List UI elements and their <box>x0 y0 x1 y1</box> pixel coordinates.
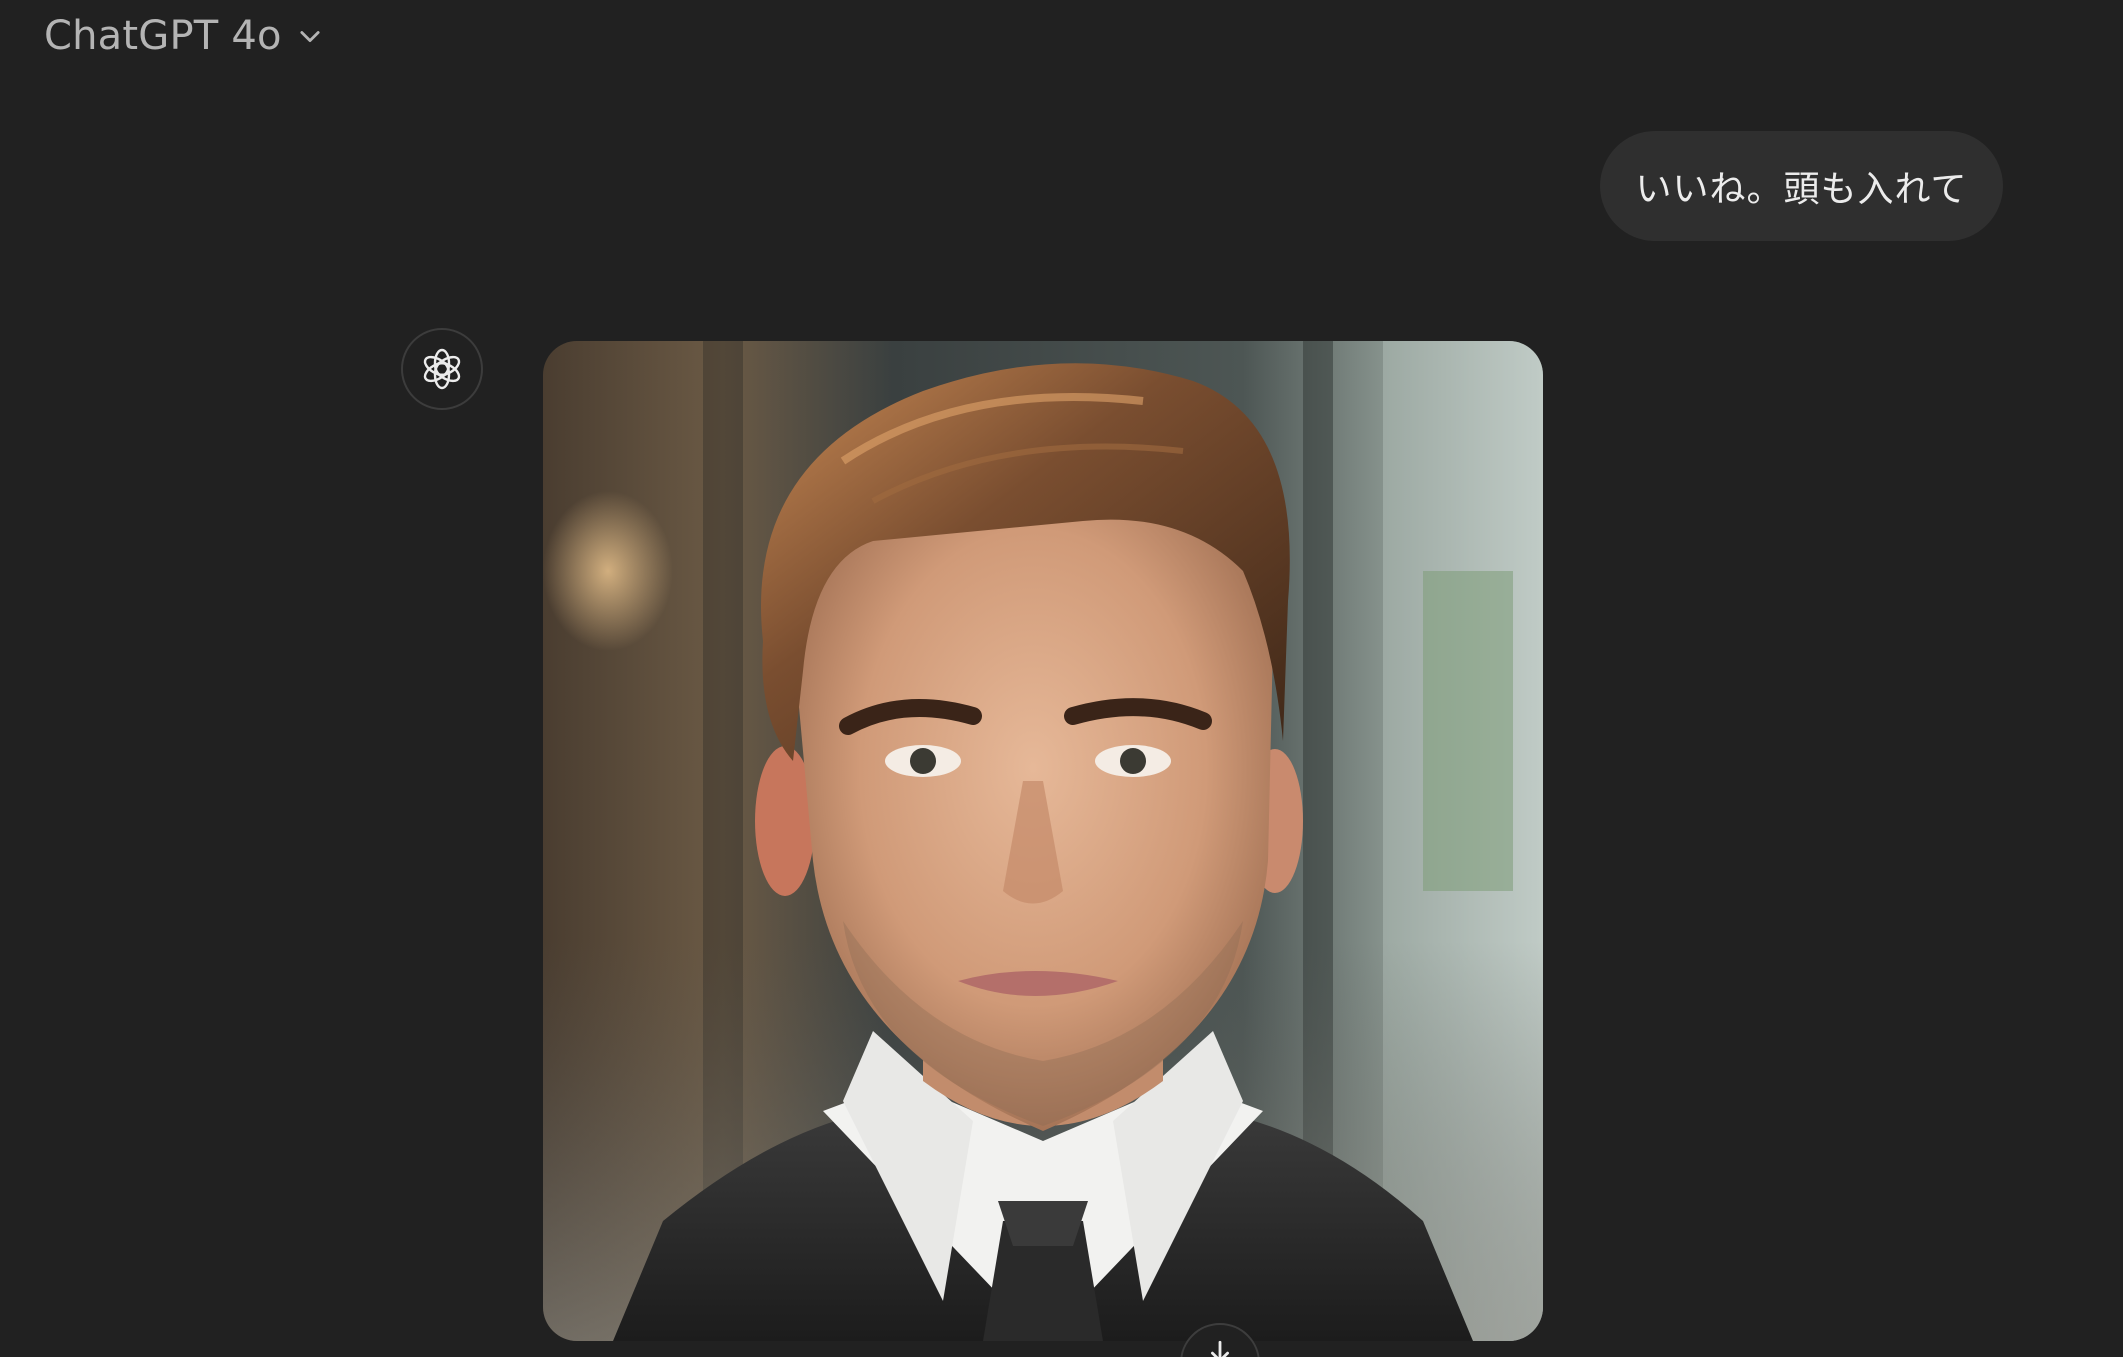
chat-window: ChatGPT 4o いいね。頭も入れて <box>0 0 2123 1357</box>
model-selector[interactable]: ChatGPT 4o <box>30 8 338 64</box>
openai-logo-icon <box>423 348 461 390</box>
assistant-avatar <box>401 328 483 410</box>
arrow-down-icon <box>1211 1340 1229 1357</box>
generated-image[interactable] <box>543 341 1543 1341</box>
user-message-text: いいね。頭も入れて <box>1635 169 1968 210</box>
user-message-bubble: いいね。頭も入れて <box>1600 131 2003 241</box>
chevron-down-icon <box>300 31 320 43</box>
model-name: ChatGPT 4o <box>44 13 282 59</box>
